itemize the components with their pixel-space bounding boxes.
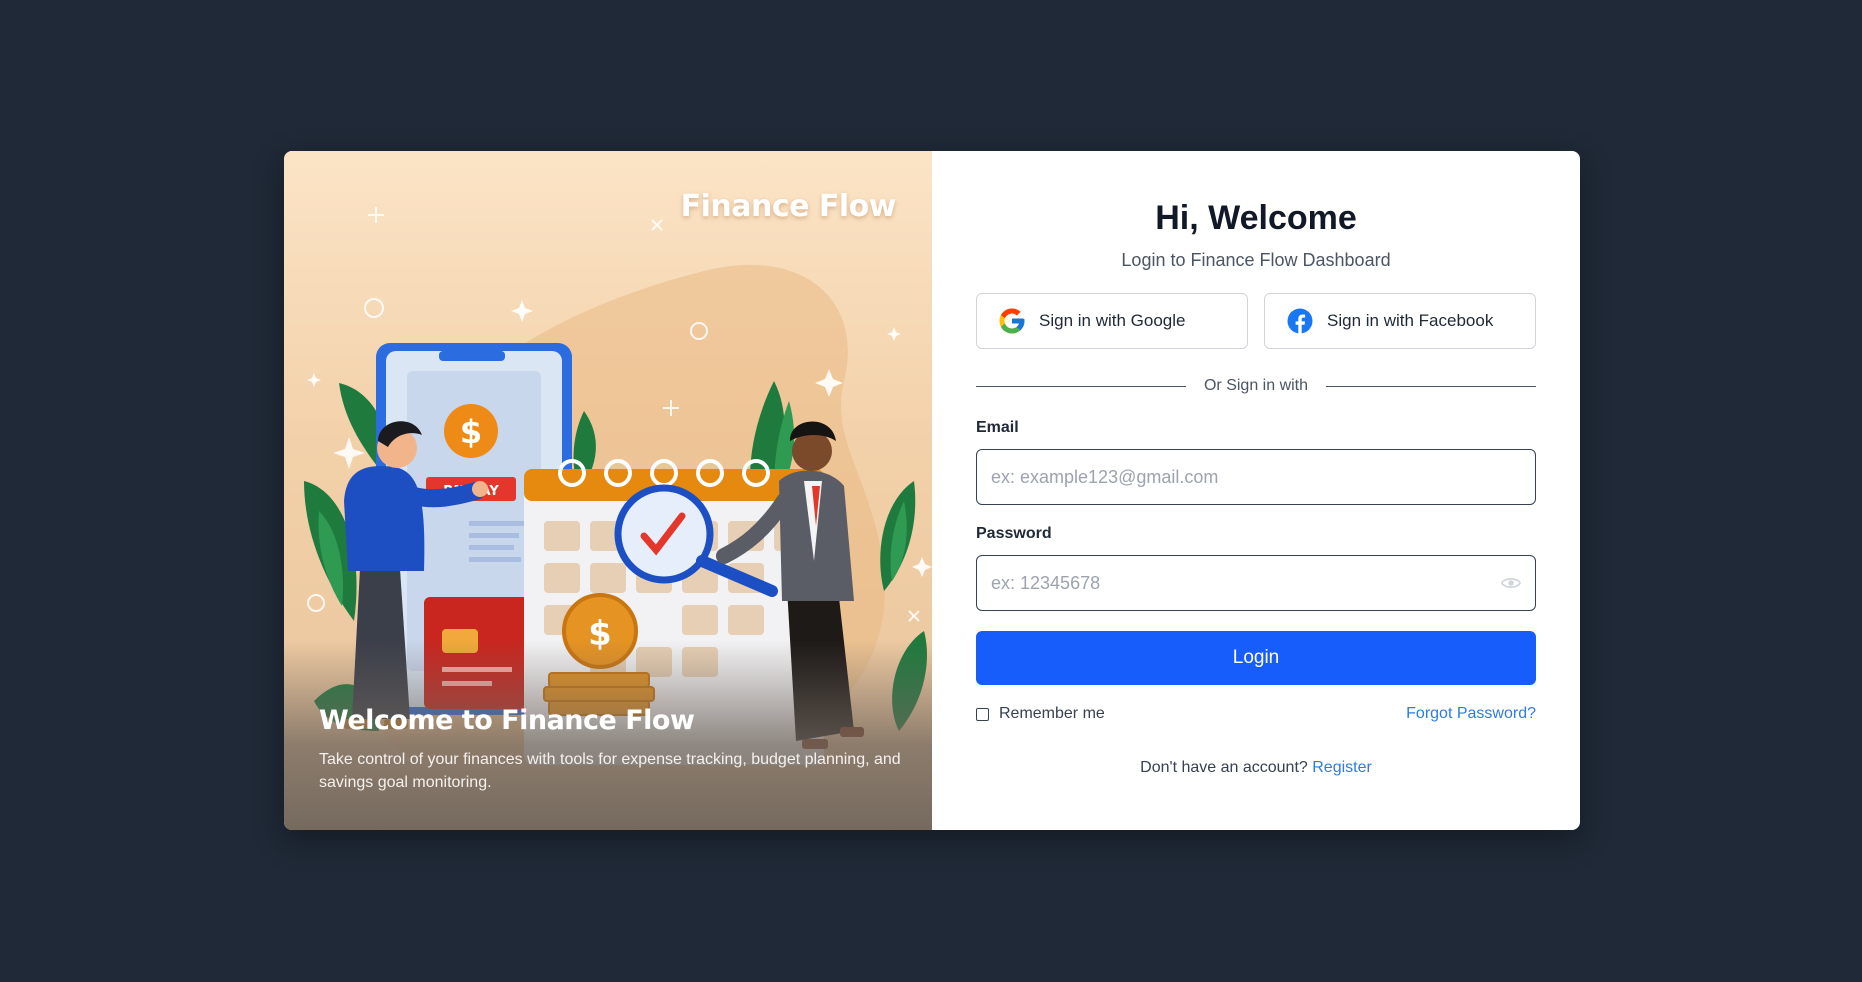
remember-me-checkbox[interactable]: Remember me bbox=[976, 705, 1105, 723]
hero-heading: Welcome to Finance Flow bbox=[319, 705, 695, 736]
register-prompt: Don't have an account? bbox=[1140, 759, 1308, 776]
social-login-row: Sign in with Google Sign in with Faceboo… bbox=[976, 293, 1536, 349]
email-input[interactable] bbox=[976, 449, 1536, 505]
checkbox-icon[interactable] bbox=[976, 707, 989, 721]
google-signin-label: Sign in with Google bbox=[1039, 311, 1186, 330]
email-field-wrapper bbox=[976, 449, 1536, 505]
register-link[interactable]: Register bbox=[1312, 759, 1372, 776]
facebook-icon bbox=[1285, 306, 1315, 336]
login-card: $ PAYDAY $ Finance Flow Welcome to Finan… bbox=[284, 151, 1580, 830]
password-field-wrapper bbox=[976, 555, 1536, 611]
divider-line-left bbox=[976, 385, 1186, 387]
password-label: Password bbox=[976, 525, 1052, 542]
login-form-panel: Hi, Welcome Login to Finance Flow Dashbo… bbox=[932, 151, 1580, 830]
email-label: Email bbox=[976, 419, 1019, 436]
forgot-password-link[interactable]: Forgot Password? bbox=[1406, 705, 1536, 723]
remember-me-label: Remember me bbox=[999, 705, 1105, 722]
hero-brand: Finance Flow bbox=[680, 189, 897, 224]
eye-icon[interactable] bbox=[1500, 573, 1522, 593]
or-divider: Or Sign in with bbox=[976, 377, 1537, 395]
svg-text:$: $ bbox=[460, 413, 482, 451]
form-title: Hi, Welcome bbox=[1155, 199, 1357, 237]
facebook-signin-button[interactable]: Sign in with Facebook bbox=[1264, 293, 1536, 349]
hero-description: Take control of your finances with tools… bbox=[319, 751, 901, 791]
google-signin-button[interactable]: Sign in with Google bbox=[976, 293, 1248, 349]
hero-caption: Welcome to Finance Flow Take control of … bbox=[319, 705, 909, 794]
divider-line-right bbox=[1326, 385, 1537, 387]
facebook-signin-label: Sign in with Facebook bbox=[1327, 311, 1494, 330]
hero-panel: $ PAYDAY $ Finance Flow Welcome to Finan… bbox=[284, 151, 932, 830]
form-options-row: Remember me Forgot Password? bbox=[976, 705, 1536, 723]
login-button[interactable]: Login bbox=[976, 631, 1536, 685]
form-subtitle: Login to Finance Flow Dashboard bbox=[1121, 250, 1391, 270]
password-input[interactable] bbox=[976, 555, 1536, 611]
divider-text: Or Sign in with bbox=[1203, 377, 1309, 394]
google-icon bbox=[997, 306, 1027, 336]
register-row: Don't have an account? Register bbox=[976, 759, 1536, 777]
